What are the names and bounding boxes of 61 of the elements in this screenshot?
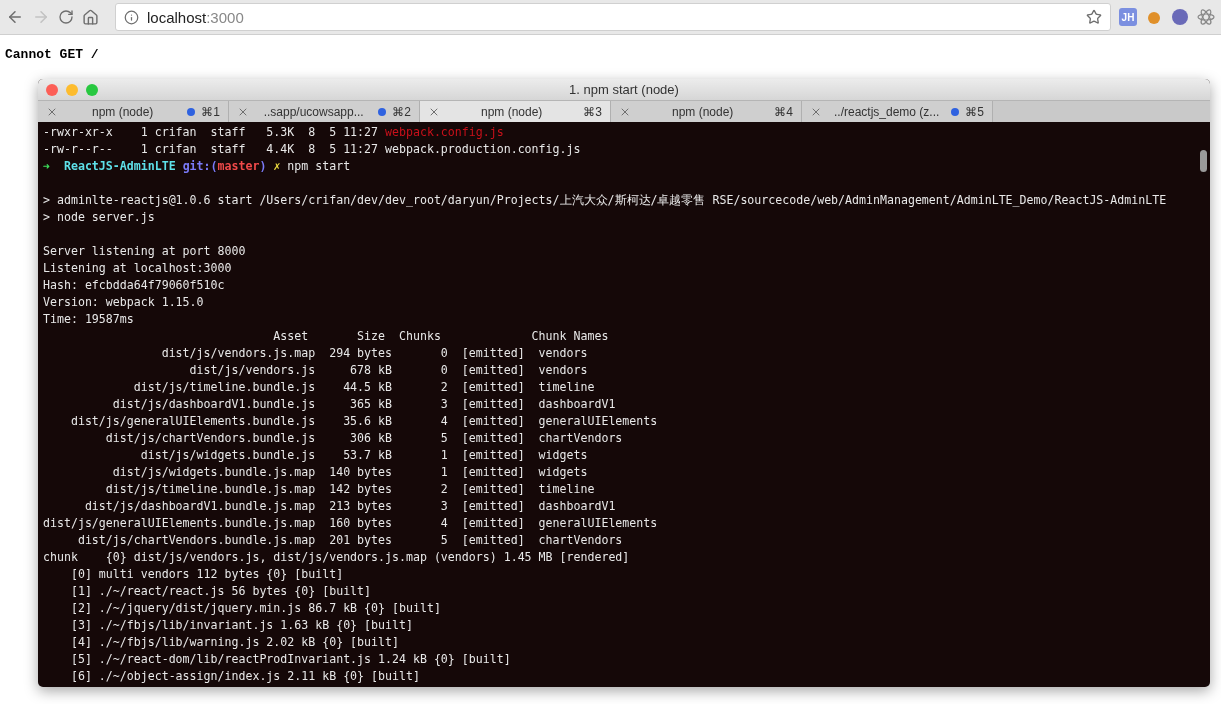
back-icon[interactable] [6,8,24,26]
terminal-line: [0] multi vendors 112 bytes {0} [built] [69,566,344,583]
address-bar[interactable]: localhost:3000 [115,3,1111,31]
terminal-tab[interactable]: npm (node) ⌘1 [38,101,229,122]
terminal-line: dist/js/dashboardV1.bundle.js.map 213 bytes 3 [emitted] dashboardV1 [83,498,616,515]
terminal-line: [2] ./~/jquery/dist/jquery.min.js 86.7 kB {0} [built] [69,600,441,617]
terminal-tab[interactable]: ../reactjs_demo (z... ⌘5 [802,101,993,122]
terminal-line: Version: webpack 1.15.0 [43,294,204,311]
scrollbar-thumb[interactable] [1200,150,1207,172]
window-title: 1. npm start (node) [569,82,679,97]
close-button[interactable] [46,83,58,96]
error-message: Cannot GET / [5,47,100,62]
tab-label: npm (node) [479,104,544,119]
terminal-line: Time: 19587ms [43,311,134,328]
terminal-line: Hash: efcbdda64f79060f510c [43,277,225,294]
terminal-line: [1] ./~/react/react.js 56 bytes {0} [built] [69,583,372,600]
terminal-tab[interactable]: npm (node) ⌘4 [611,101,802,122]
terminal-line: > adminlte-reactjs@1.0.6 start /Users/crifan/dev/dev_root/daryun/Projects/上汽大众/斯柯达/卓越零售 RSE/sourcecode/web/AdminManagement/AdminLTE_Demo/ReactJS-AdminLTE [43,192,1167,209]
atom-icon[interactable] [1197,8,1215,26]
terminal-line: dist/js/vendors.js.map 294 bytes 0 [emitted] vendors [160,345,588,362]
tab-label: ..sapp/ucowsapp... [262,104,365,119]
info-icon [124,9,139,25]
url-port: :3000 [206,8,244,26]
terminal-tab[interactable]: npm (node) ⌘3 [420,101,611,122]
terminal-line: dist/js/widgets.bundle.js 53.7 kB 1 [emitted] widgets [139,447,588,464]
tab-shortcut: ⌘3 [583,104,602,119]
tab-shortcut: ⌘2 [392,104,411,119]
tab-label: npm (node) [670,104,735,119]
terminal-line: dist/js/chartVendors.bundle.js.map 201 bytes 5 [emitted] chartVendors [76,532,623,549]
zoom-button[interactable] [86,83,98,96]
terminal-line: dist/js/vendors.js 678 kB 0 [emitted] vendors [188,362,588,379]
tab-label: ../reactjs_demo (z... [832,104,941,119]
terminal-line: [6] ./~/object-assign/index.js 2.11 kB {0} [built] [69,668,420,685]
terminal-line: > node server.js [43,209,155,226]
terminal-line: [4] ./~/fbjs/lib/warning.js 2.02 kB {0} [built] [69,634,399,651]
terminal-line: [3] ./~/fbjs/lib/invariant.js 1.63 kB {0} [built] [69,617,413,634]
terminal-line: -rw-r--r-- 1 crifan staff 4.4K 8 5 11:27 webpack.production.config.js [43,141,581,158]
terminal-line: Server listening at port 8000 [43,243,246,260]
terminal-line: dist/js/dashboardV1.bundle.js 365 kB 3 [emitted] dashboardV1 [111,396,616,413]
terminal-line: dist/js/generalUIElements.bundle.js 35.6 kB 4 [emitted] generalUIElements [69,413,658,430]
terminal-line: Listening at localhost:3000 [43,260,232,277]
terminal-line: -rwxr-xr-x 1 crifan staff 5.3K 8 5 11:27 webpack.config.js [43,124,504,141]
terminal-tab[interactable]: ..sapp/ucowsapp... ⌘2 [229,101,420,122]
reload-icon[interactable] [58,9,74,25]
terminal-line: [5] ./~/react-dom/lib/reactProdInvariant.js 1.24 kB {0} [built] [69,651,511,668]
terminal-line: dist/js/widgets.bundle.js.map 140 bytes 1 [emitted] widgets [111,464,588,481]
tab-shortcut: ⌘5 [965,104,984,119]
url-host: localhost [147,8,207,26]
tab-shortcut: ⌘1 [201,104,220,119]
terminal-line: dist/js/chartVendors.bundle.js 306 kB 5 [emitted] chartVendors [104,430,623,447]
terminal-line: dist/js/generalUIElements.bundle.js.map 160 bytes 4 [emitted] generalUIElements [43,515,658,532]
home-icon[interactable] [82,8,99,26]
terminal-line: ➜ ReactJS-AdminLTE git:(master) ✗ npm start [43,158,351,175]
terminal-line: dist/js/timeline.bundle.js 44.5 kB 2 [emitted] timeline [132,379,595,396]
terminal-line: dist/js/timeline.bundle.js.map 142 bytes 2 [emitted] timeline [104,481,595,498]
tab-label: npm (node) [90,104,155,119]
terminal-line: Asset Size Chunks Chunk Names [272,328,609,345]
star-icon[interactable] [1086,9,1102,25]
extension-icon[interactable] [1171,8,1189,26]
tab-shortcut: ⌘4 [774,104,793,119]
terminal-line: chunk {0} dist/js/vendors.js, dist/js/vendors.js.map (vendors) 1.45 MB [rendered] [43,549,630,566]
